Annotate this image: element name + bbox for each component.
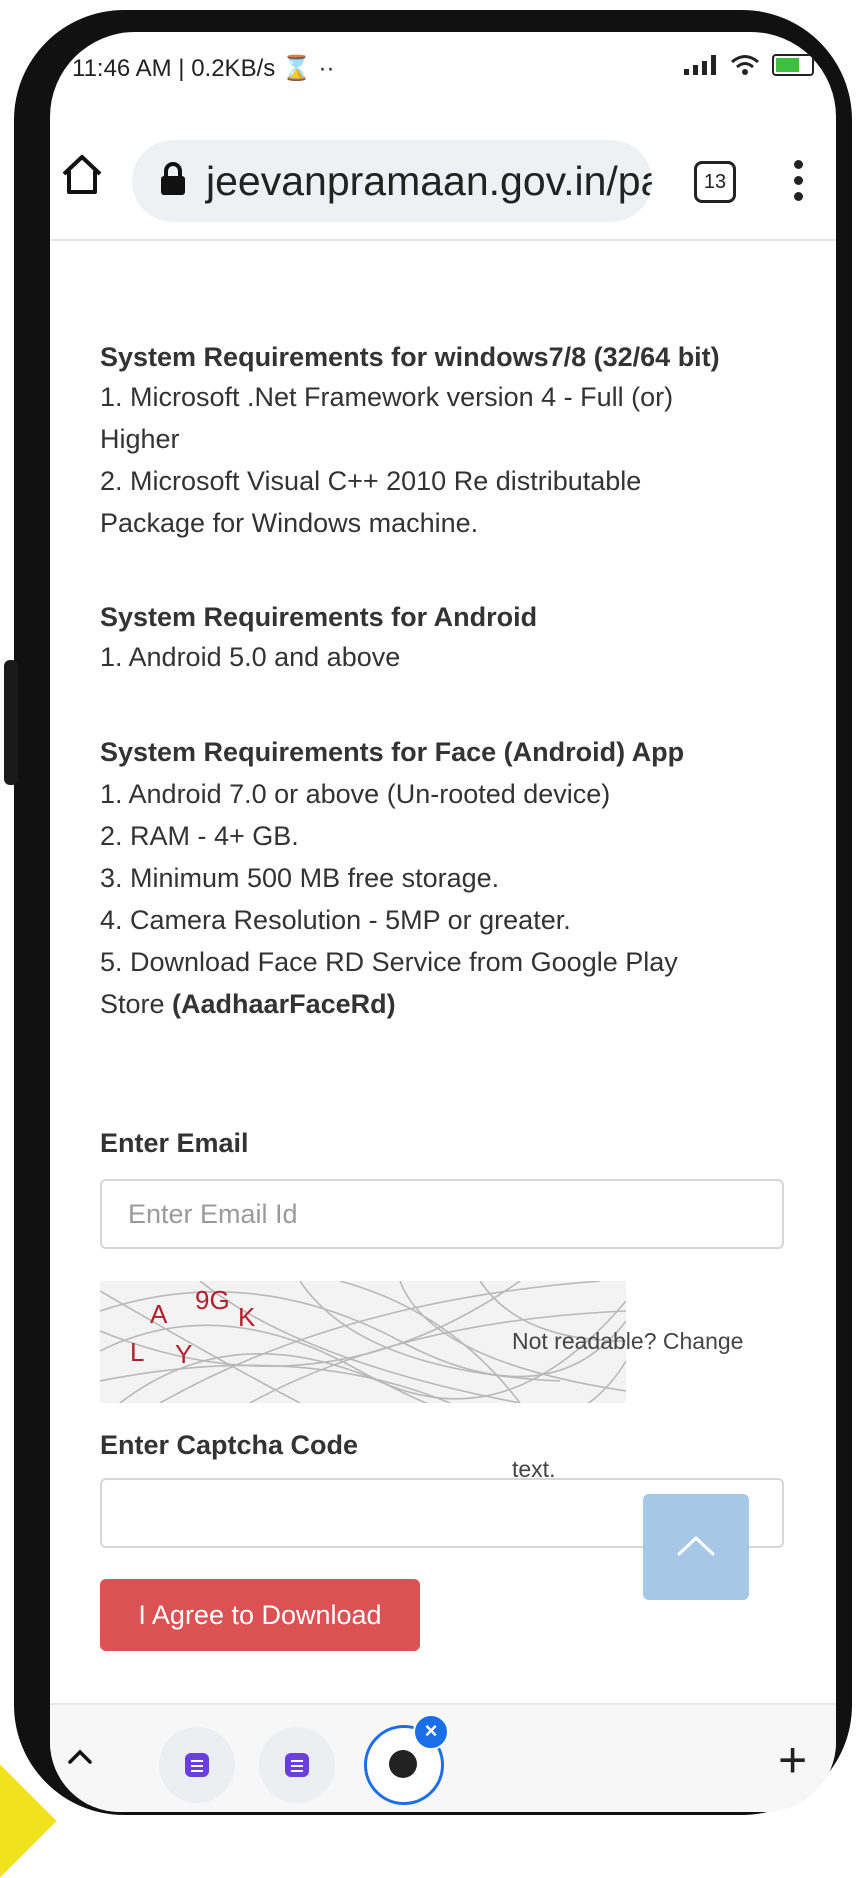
face-line-2: 2. RAM - 4+ GB. xyxy=(100,821,299,851)
battery-icon xyxy=(772,54,814,76)
store-prefix: Store xyxy=(100,989,173,1019)
captcha-char-4: L xyxy=(130,1337,144,1367)
list-icon xyxy=(185,1753,209,1777)
tab-group-item-2[interactable] xyxy=(259,1727,335,1803)
face-line-4: 4. Camera Resolution - 5MP or greater. xyxy=(100,905,571,935)
tab-group-item-active[interactable]: × xyxy=(364,1714,449,1805)
browser-toolbar: jeevanpramaan.gov.in/pa 13 xyxy=(50,104,836,241)
face-line-5: 5. Download Face RD Service from Google … xyxy=(100,947,678,977)
signal-icon xyxy=(684,55,716,75)
captcha-char-1: A xyxy=(150,1299,168,1329)
agree-download-button[interactable]: I Agree to Download xyxy=(100,1579,420,1651)
face-line-3: 3. Minimum 500 MB free storage. xyxy=(100,863,500,893)
scroll-to-top-button[interactable] xyxy=(643,1494,749,1600)
chevron-up-icon xyxy=(677,1535,715,1556)
close-tab-button[interactable]: × xyxy=(413,1714,449,1750)
tab-switcher-button[interactable]: 13 xyxy=(694,161,736,203)
battery-level xyxy=(776,58,799,72)
email-input[interactable] xyxy=(100,1179,784,1249)
section-title-android: System Requirements for Android xyxy=(100,602,538,632)
phone-screen: 11:46 AM | 0.2KB/s ⌛ ·· jeevanpramaan.go… xyxy=(50,32,836,1812)
status-bar: 11:46 AM | 0.2KB/s ⌛ ·· xyxy=(50,32,836,104)
android-line-1: 1. Android 5.0 and above xyxy=(100,642,401,672)
captcha-char-2: 9G xyxy=(195,1285,230,1315)
address-bar[interactable]: jeevanpramaan.gov.in/pa xyxy=(132,140,652,222)
chevron-up-icon[interactable] xyxy=(66,1745,94,1769)
status-time: 11:46 AM | 0.2KB/s ⌛ ·· xyxy=(72,55,335,82)
status-icons xyxy=(684,54,814,76)
new-tab-button[interactable]: + xyxy=(778,1735,807,1785)
more-menu-icon[interactable] xyxy=(790,160,806,204)
store-app-name: (AadhaarFaceRd) xyxy=(172,989,396,1019)
section-title-face-app: System Requirements for Face (Android) A… xyxy=(100,737,685,767)
home-icon[interactable] xyxy=(60,152,104,196)
browser-bottom-bar: × + xyxy=(50,1703,836,1812)
captcha-char-3: K xyxy=(238,1302,256,1332)
globe-icon xyxy=(389,1750,417,1778)
captcha-char-5: Y xyxy=(175,1339,192,1369)
url-text: jeevanpramaan.gov.in/pa xyxy=(206,158,652,204)
wifi-icon xyxy=(731,55,759,75)
windows-line-4: Package for Windows machine. xyxy=(100,508,479,538)
windows-line-1: 1. Microsoft .Net Framework version 4 - … xyxy=(100,382,674,412)
windows-line-3: 2. Microsoft Visual C++ 2010 Re distribu… xyxy=(100,466,642,496)
windows-line-2: Higher xyxy=(100,424,180,454)
face-line-1: 1. Android 7.0 or above (Un-rooted devic… xyxy=(100,779,611,809)
list-icon xyxy=(285,1753,309,1777)
phone-side-button xyxy=(4,660,18,785)
lock-icon xyxy=(161,162,185,195)
captcha-label: Enter Captcha Code xyxy=(100,1430,359,1460)
captcha-change-link[interactable]: Not readable? Change xyxy=(512,1328,743,1355)
section-title-windows: System Requirements for windows7/8 (32/6… xyxy=(100,342,720,372)
email-label: Enter Email xyxy=(100,1128,249,1158)
face-line-6: Store (AadhaarFaceRd) xyxy=(100,983,396,1025)
tab-group-item-1[interactable] xyxy=(159,1727,235,1803)
